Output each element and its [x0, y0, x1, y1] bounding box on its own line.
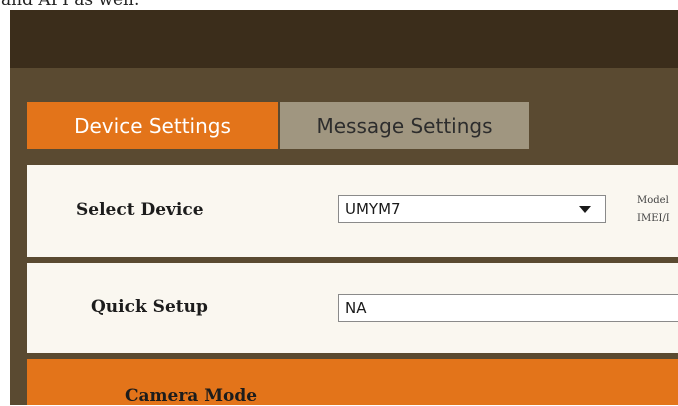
device-select[interactable]: UMYM7 [338, 195, 606, 223]
tab-device-settings[interactable]: Device Settings [27, 102, 278, 149]
chevron-down-icon[interactable] [579, 206, 591, 213]
header-bar [10, 10, 678, 68]
page-text-fragment: and API as well. [1, 0, 140, 10]
device-imei-label: IMEI/I [637, 213, 670, 224]
device-model-label: Model [637, 195, 669, 206]
tab-message-settings[interactable]: Message Settings [280, 102, 529, 149]
select-device-label: Select Device [76, 200, 204, 220]
quick-setup-select[interactable]: NA [338, 294, 678, 322]
device-select-value: UMYM7 [345, 200, 401, 218]
camera-mode-label: Camera Mode [125, 386, 258, 406]
quick-setup-label: Quick Setup [91, 297, 208, 317]
quick-setup-value: NA [345, 299, 367, 317]
